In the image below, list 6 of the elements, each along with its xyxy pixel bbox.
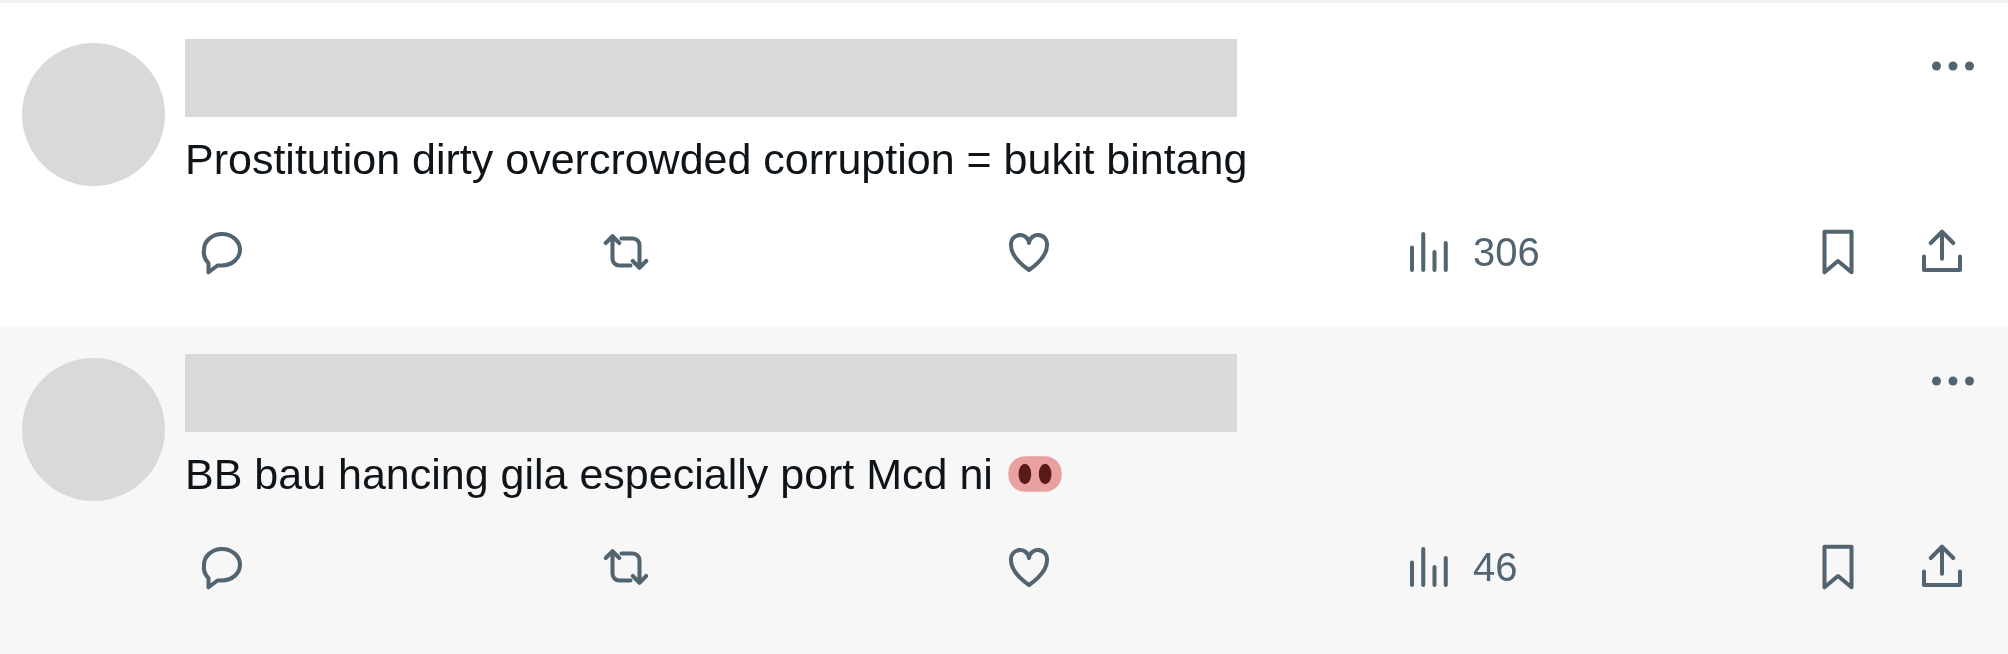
view-count: 306	[1473, 229, 1540, 275]
view-count: 46	[1473, 544, 1518, 590]
post-text: BB bau hancing gila especially port Mcd ni	[185, 449, 993, 500]
more-icon[interactable]	[1930, 375, 1976, 387]
post-text: Prostitution dirty overcrowded corruption = bukit bintang	[185, 134, 1248, 185]
more-icon[interactable]	[1930, 60, 1976, 72]
